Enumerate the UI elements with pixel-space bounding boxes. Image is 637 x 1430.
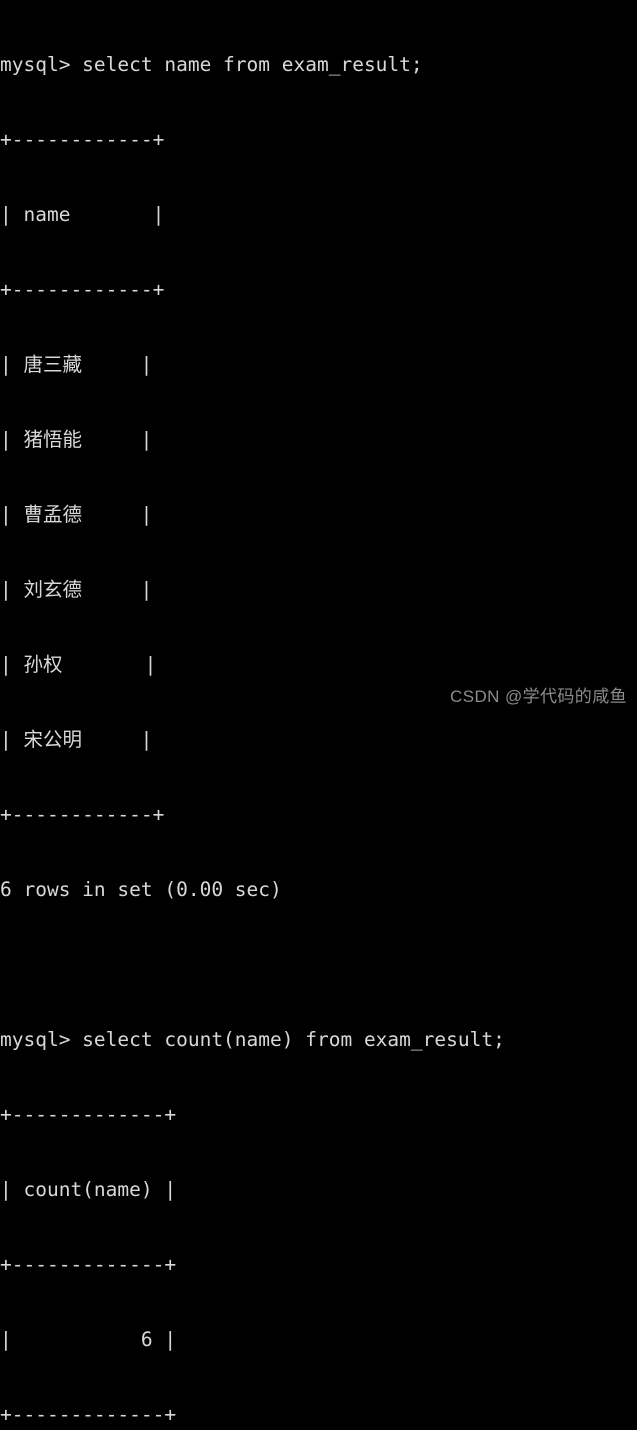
terminal-line-status: 6 rows in set (0.00 sec)	[0, 878, 282, 901]
terminal-output[interactable]: mysql> select name from exam_result; +--…	[0, 0, 637, 1426]
terminal-line-table-row: | 唐三藏 |	[0, 353, 153, 376]
terminal-line-table-row: | 孙权 |	[0, 653, 157, 676]
terminal-line-table-border: +-------------+	[0, 1103, 177, 1126]
terminal-line-table-border: +-------------+	[0, 1253, 177, 1276]
terminal-line-command: mysql> select name from exam_result;	[0, 53, 423, 76]
terminal-line-table-header: | count(name) |	[0, 1178, 177, 1201]
terminal-line-table-row: | 刘玄德 |	[0, 578, 153, 601]
terminal-line-command: mysql> select count(name) from exam_resu…	[0, 1028, 505, 1051]
terminal-line-table-row: | 猪悟能 |	[0, 428, 153, 451]
terminal-line-table-border: +-------------+	[0, 1403, 177, 1426]
terminal-line-table-row: | 6 |	[0, 1328, 177, 1351]
terminal-line-table-row: | 曹孟德 |	[0, 503, 153, 526]
terminal-line-table-border: +------------+	[0, 803, 165, 826]
csdn-watermark: CSDN @学代码的咸鱼	[450, 687, 627, 706]
terminal-line-table-header: | name |	[0, 203, 165, 226]
terminal-line-table-border: +------------+	[0, 278, 165, 301]
terminal-line-table-border: +------------+	[0, 128, 165, 151]
terminal-line-table-row: | 宋公明 |	[0, 728, 153, 751]
